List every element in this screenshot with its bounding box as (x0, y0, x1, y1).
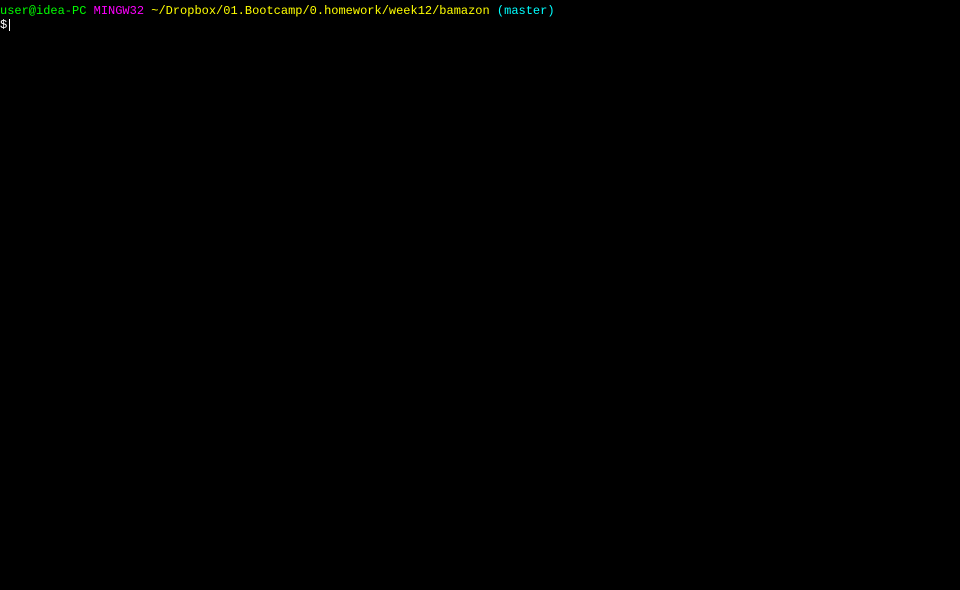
user-host-text: user@idea-PC (0, 4, 86, 18)
branch-name: master (504, 4, 547, 18)
path-text: ~/Dropbox/01.Bootcamp/0.homework/week12/… (151, 4, 489, 18)
branch-close: ) (547, 4, 554, 18)
prompt-char: $ (0, 18, 7, 32)
prompt-line: user@idea-PC MINGW32 ~/Dropbox/01.Bootca… (0, 4, 960, 18)
input-line: $ (0, 18, 960, 32)
system-text: MINGW32 (94, 4, 144, 18)
terminal-window[interactable]: user@idea-PC MINGW32 ~/Dropbox/01.Bootca… (0, 0, 960, 32)
command-input[interactable] (10, 18, 960, 32)
